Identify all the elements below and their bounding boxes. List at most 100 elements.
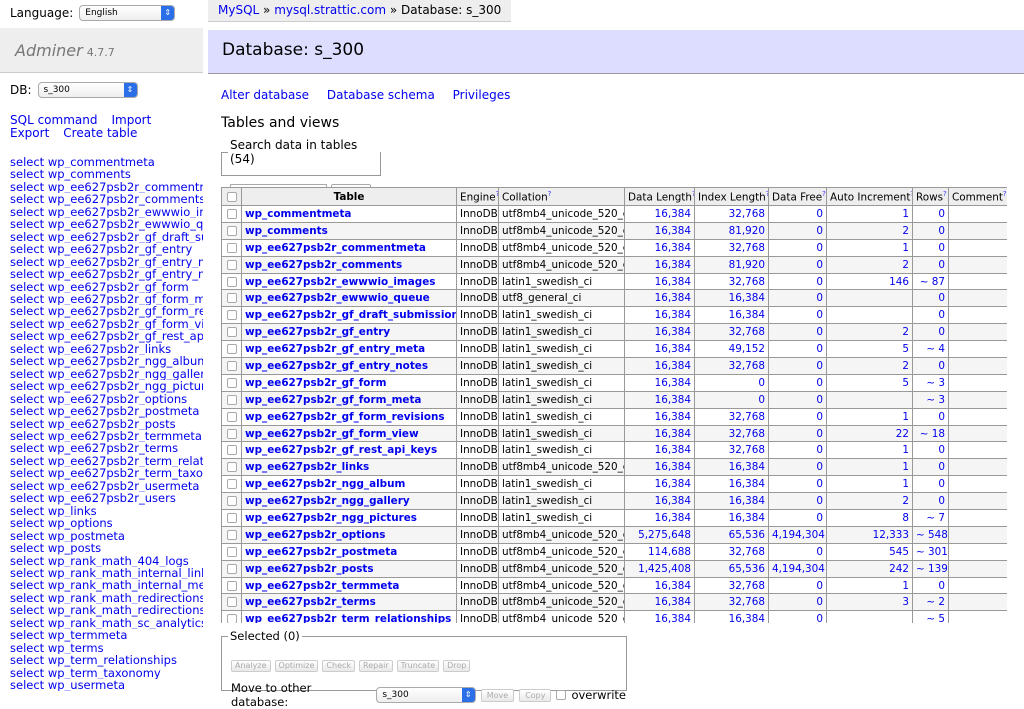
sidebar-table-link[interactable]: select wp_ee627psb2r_ngg_pictures (10, 380, 203, 392)
sidebar-table-link[interactable]: select wp_ee627psb2r_gf_form_revisions (10, 305, 203, 317)
sidebar-table-link[interactable]: select wp_links (10, 505, 97, 517)
sidebar-table-link[interactable]: select wp_ee627psb2r_usermeta (10, 480, 199, 492)
table-name-link[interactable]: wp_ee627psb2r_gf_entry (245, 326, 390, 338)
row-checkbox[interactable] (226, 529, 237, 540)
auto-increment-cell[interactable]: 2 (826, 323, 913, 342)
data-free-cell[interactable]: 0 (768, 289, 827, 308)
index-length-cell[interactable]: 32,768 (694, 576, 769, 595)
table-name-link[interactable]: wp_ee627psb2r_commentmeta (245, 242, 426, 254)
table-name-link[interactable]: wp_ee627psb2r_ewwwio_images (245, 276, 435, 288)
select-all-checkbox[interactable] (226, 191, 237, 202)
create-table-link[interactable]: Create table (63, 126, 137, 140)
sidebar-table-link[interactable]: select wp_usermeta (10, 679, 125, 691)
rows-cell[interactable]: ~ 87 (912, 272, 949, 291)
table-name-link[interactable]: wp_ee627psb2r_gf_draft_submissions (245, 309, 456, 321)
help-icon[interactable]: ? (1003, 190, 1007, 198)
sidebar-table-link[interactable]: select wp_postmeta (10, 530, 125, 542)
table-name-link[interactable]: wp_ee627psb2r_ewwwio_queue (245, 292, 430, 304)
data-free-cell[interactable]: 0 (768, 542, 827, 561)
index-length-cell[interactable]: 32,768 (694, 323, 769, 342)
sidebar-table-link[interactable]: select wp_rank_math_redirections_cache (10, 604, 203, 616)
sidebar-table-link[interactable]: select wp_termmeta (10, 629, 127, 641)
sidebar-table-link[interactable]: select wp_ee627psb2r_ewwwio_images (10, 206, 203, 218)
data-free-cell[interactable]: 0 (768, 323, 827, 342)
auto-increment-cell[interactable] (826, 610, 913, 623)
truncate-button[interactable]: Truncate (396, 660, 440, 672)
data-free-cell[interactable]: 0 (768, 255, 827, 274)
auto-increment-cell[interactable]: 1 (826, 407, 913, 426)
index-length-cell[interactable]: 16,384 (694, 509, 769, 527)
row-checkbox[interactable] (226, 580, 237, 591)
rows-cell[interactable]: ~ 2 (912, 593, 949, 612)
sidebar-table-link[interactable]: select wp_ee627psb2r_gf_entry_notes (10, 268, 203, 280)
sidebar-table-link[interactable]: select wp_ee627psb2r_term_relationships (10, 455, 203, 467)
database-schema-link[interactable]: Database schema (327, 88, 435, 102)
data-length-cell[interactable]: 16,384 (624, 340, 695, 359)
auto-increment-cell[interactable]: 2 (826, 492, 913, 511)
row-checkbox[interactable] (226, 479, 237, 490)
sidebar-table-link[interactable]: select wp_term_relationships (10, 654, 177, 666)
sidebar-table-link[interactable]: select wp_ee627psb2r_gf_draft_submission… (10, 231, 203, 243)
rows-cell[interactable]: 0 (912, 458, 949, 477)
auto-increment-cell[interactable]: 146 (826, 272, 913, 291)
rows-cell[interactable]: 0 (912, 289, 949, 308)
sidebar-table-link[interactable]: select wp_ee627psb2r_links (10, 343, 171, 355)
table-name-link[interactable]: wp_ee627psb2r_gf_entry_meta (245, 343, 425, 355)
table-name-link[interactable]: wp_ee627psb2r_gf_rest_api_keys (245, 444, 437, 456)
data-length-cell[interactable]: 16,384 (624, 289, 695, 308)
rows-cell[interactable]: 0 (912, 323, 949, 342)
data-length-cell[interactable]: 16,384 (624, 255, 695, 274)
data-free-cell[interactable]: 0 (768, 221, 827, 240)
data-length-cell[interactable]: 16,384 (624, 475, 695, 494)
repair-button[interactable]: Repair (359, 660, 393, 672)
drop-button[interactable]: Drop (443, 660, 471, 672)
auto-increment-cell[interactable]: 2 (826, 221, 913, 240)
sidebar-table-link[interactable]: select wp_rank_math_internal_links (10, 567, 203, 579)
row-checkbox[interactable] (226, 242, 237, 253)
data-length-cell[interactable]: 16,384 (624, 593, 695, 612)
data-length-cell[interactable]: 16,384 (624, 509, 695, 527)
row-checkbox[interactable] (226, 411, 237, 422)
auto-increment-cell[interactable]: 2 (826, 255, 913, 274)
index-length-cell[interactable]: 32,768 (694, 441, 769, 460)
sidebar-table-link[interactable]: select wp_ee627psb2r_ngg_gallery (10, 368, 203, 380)
rows-cell[interactable]: 0 (912, 576, 949, 595)
data-free-cell[interactable]: 0 (768, 357, 827, 375)
data-free-cell[interactable]: 0 (768, 340, 827, 359)
table-name-link[interactable]: wp_ee627psb2r_postmeta (245, 546, 397, 558)
data-free-cell[interactable]: 0 (768, 509, 827, 527)
db-select[interactable]: s_300 ⇕ (37, 82, 138, 98)
row-checkbox[interactable] (226, 445, 237, 456)
sidebar-table-link[interactable]: select wp_ee627psb2r_gf_form_view (10, 318, 203, 330)
rows-cell[interactable]: 0 (912, 407, 949, 426)
data-free-cell[interactable]: 4,194,304 (768, 525, 827, 544)
sidebar-table-link[interactable]: select wp_ee627psb2r_users (10, 492, 176, 504)
rows-cell[interactable]: 0 (912, 357, 949, 375)
auto-increment-cell[interactable]: 242 (826, 559, 913, 578)
sidebar-table-link[interactable]: select wp_rank_math_404_logs (10, 555, 189, 567)
data-length-cell[interactable]: 16,384 (624, 576, 695, 595)
table-name-link[interactable]: wp_ee627psb2r_links (245, 461, 369, 473)
data-free-cell[interactable]: 0 (768, 306, 827, 325)
auto-increment-cell[interactable]: 3 (826, 593, 913, 612)
index-length-cell[interactable]: 16,384 (694, 492, 769, 511)
auto-increment-cell[interactable]: 1 (826, 475, 913, 494)
row-checkbox[interactable] (226, 259, 237, 270)
sidebar-table-link[interactable]: select wp_comments (10, 168, 131, 180)
auto-increment-cell[interactable]: 1 (826, 205, 913, 223)
rows-cell[interactable]: 0 (912, 441, 949, 460)
table-name-link[interactable]: wp_comments (245, 225, 328, 237)
index-length-cell[interactable]: 32,768 (694, 593, 769, 612)
data-free-cell[interactable]: 0 (768, 593, 827, 612)
auto-increment-cell[interactable]: 2 (826, 357, 913, 375)
row-checkbox[interactable] (226, 293, 237, 304)
index-length-cell[interactable]: 81,920 (694, 221, 769, 240)
auto-increment-cell[interactable]: 545 (826, 542, 913, 561)
brand-logo[interactable]: Adminer 4.7.7 (15, 41, 115, 60)
rows-cell[interactable]: ~ 548 (912, 525, 949, 544)
rows-cell[interactable]: 0 (912, 238, 949, 257)
data-free-cell[interactable]: 0 (768, 205, 827, 223)
table-name-link[interactable]: wp_ee627psb2r_options (245, 529, 385, 541)
data-length-cell[interactable]: 16,384 (624, 373, 695, 392)
table-name-link[interactable]: wp_ee627psb2r_termmeta (245, 580, 399, 592)
